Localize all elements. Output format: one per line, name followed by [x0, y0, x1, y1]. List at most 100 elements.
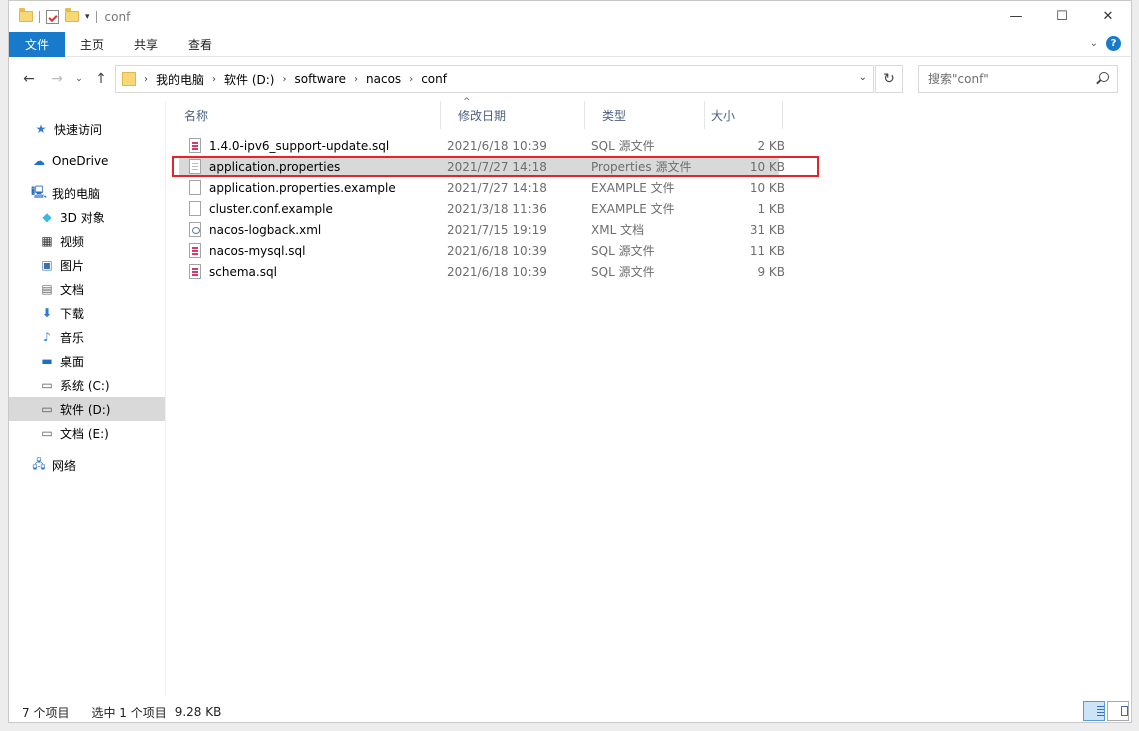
properties-icon[interactable]	[46, 9, 59, 24]
help-icon[interactable]: ?	[1106, 36, 1121, 51]
file-name: 1.4.0-ipv6_support-update.sql	[209, 138, 390, 153]
blank-file-icon	[189, 201, 201, 216]
search-icon[interactable]	[1099, 72, 1109, 82]
breadcrumb-item-drive-d[interactable]: 软件 (D:)	[224, 71, 274, 88]
large-icons-view-button[interactable]	[1107, 701, 1129, 721]
file-name-cell: schema.sql	[189, 261, 277, 282]
breadcrumb-separator-icon[interactable]: ›	[346, 74, 366, 85]
nav-item-label: 文档	[60, 282, 85, 297]
desktop-icon: ▬	[41, 354, 53, 368]
nav-item-quick-access[interactable]: ★ 快速访问	[9, 117, 165, 141]
nav-item-label: 快速访问	[54, 122, 103, 137]
breadcrumb-separator-icon[interactable]: ›	[401, 74, 421, 85]
nav-item-music[interactable]: ♪ 音乐	[9, 325, 165, 349]
file-name: application.properties.example	[209, 180, 396, 195]
background-strip-left	[0, 0, 8, 731]
nav-item-label: 网络	[52, 458, 77, 473]
nav-item-documents[interactable]: ▤ 文档	[9, 277, 165, 301]
nav-item-label: 视频	[60, 234, 85, 249]
file-name-cell: cluster.conf.example	[189, 198, 333, 219]
nav-item-drive-c[interactable]: ▭ 系统 (C:)	[9, 373, 165, 397]
file-type: EXAMPLE 文件	[591, 181, 675, 195]
breadcrumb-item-software[interactable]: software	[294, 72, 346, 86]
download-arrow-icon: ⬇	[41, 306, 53, 320]
star-icon: ★	[35, 122, 47, 136]
nav-item-drive-d[interactable]: ▭ 软件 (D:)	[9, 397, 165, 421]
nav-item-this-pc[interactable]: 🖳 我的电脑	[9, 181, 165, 205]
file-size: 31 KB	[749, 222, 785, 237]
divider	[39, 10, 40, 23]
cloud-icon: ☁	[33, 154, 45, 168]
address-bar[interactable]: › 我的电脑 › 软件 (D:) › software › nacos › co…	[115, 65, 874, 93]
file-row[interactable]: nacos-logback.xml 2021/7/15 19:19 XML 文档…	[167, 219, 1131, 240]
file-row-selected[interactable]: application.properties 2021/7/27 14:18 P…	[167, 156, 1131, 177]
details-view-button[interactable]	[1083, 701, 1105, 721]
search-input[interactable]	[928, 72, 1088, 86]
blank-file-icon	[189, 180, 201, 195]
up-arrow-icon[interactable]: ↑	[91, 69, 111, 89]
search-box[interactable]	[918, 65, 1118, 93]
breadcrumb-separator-icon[interactable]: ›	[136, 74, 156, 85]
file-row[interactable]: schema.sql 2021/6/18 10:39 SQL 源文件 9 KB	[167, 261, 1131, 282]
column-header-type[interactable]: 类型	[585, 101, 705, 129]
customize-toolbar-chevron-icon[interactable]: ▾	[85, 12, 90, 22]
tab-view[interactable]: 查看	[173, 32, 227, 57]
details-view-icon	[1097, 706, 1104, 716]
column-header-name[interactable]: 名称	[167, 101, 441, 129]
column-headers: ^ 名称 修改日期 类型 大小	[167, 97, 1131, 129]
file-size: 1 KB	[757, 201, 785, 216]
nav-item-label: 下载	[60, 306, 85, 321]
nav-item-desktop[interactable]: ▬ 桌面	[9, 349, 165, 373]
column-header-size[interactable]: 大小	[705, 101, 783, 129]
nav-item-drive-e[interactable]: ▭ 文档 (E:)	[9, 421, 165, 445]
breadcrumb-item-conf[interactable]: conf	[421, 72, 447, 86]
file-name-cell: nacos-logback.xml	[189, 219, 321, 240]
file-size: 10 KB	[749, 180, 785, 195]
back-arrow-icon[interactable]: ←	[19, 69, 39, 89]
breadcrumb-item-computer[interactable]: 我的电脑	[156, 71, 204, 88]
nav-item-label: OneDrive	[52, 154, 109, 168]
file-date: 2021/6/18 10:39	[447, 243, 547, 258]
nav-item-videos[interactable]: ▦ 视频	[9, 229, 165, 253]
window-controls: — ☐ ✕	[993, 1, 1131, 32]
file-row[interactable]: cluster.conf.example 2021/3/18 11:36 EXA…	[167, 198, 1131, 219]
nav-item-label: 我的电脑	[52, 186, 101, 201]
breadcrumb-separator-icon[interactable]: ›	[274, 74, 294, 85]
forward-arrow-icon[interactable]: →	[47, 69, 67, 89]
file-type: Properties 源文件	[591, 160, 692, 174]
title-bar: ▾ conf — ☐ ✕	[9, 1, 1131, 32]
file-size: 11 KB	[749, 243, 785, 258]
nav-item-3d-objects[interactable]: ◆ 3D 对象	[9, 205, 165, 229]
nav-item-downloads[interactable]: ⬇ 下载	[9, 301, 165, 325]
address-history-chevron-icon[interactable]: ⌄	[859, 72, 867, 83]
expand-ribbon-chevron-icon[interactable]: ⌄	[1090, 38, 1098, 49]
film-icon: ▦	[41, 234, 53, 248]
nav-item-label: 软件 (D:)	[60, 402, 111, 417]
refresh-button[interactable]: ↻	[875, 65, 903, 93]
tab-share[interactable]: 共享	[119, 32, 173, 57]
refresh-icon: ↻	[883, 71, 895, 87]
file-date: 2021/7/27 14:18	[447, 159, 547, 174]
new-folder-icon[interactable]	[65, 8, 79, 22]
recent-locations-chevron-icon[interactable]: ⌄	[69, 69, 89, 89]
file-row[interactable]: nacos-mysql.sql 2021/6/18 10:39 SQL 源文件 …	[167, 240, 1131, 261]
nav-item-pictures[interactable]: ▣ 图片	[9, 253, 165, 277]
nav-item-network[interactable]: 🖧 网络	[9, 453, 165, 477]
file-row[interactable]: application.properties.example 2021/7/27…	[167, 177, 1131, 198]
sql-file-icon	[189, 264, 201, 279]
file-row[interactable]: 1.4.0-ipv6_support-update.sql 2021/6/18 …	[167, 135, 1131, 156]
close-button[interactable]: ✕	[1085, 1, 1131, 32]
tab-file[interactable]: 文件	[9, 32, 66, 57]
nav-item-onedrive[interactable]: ☁ OneDrive	[9, 149, 165, 173]
breadcrumb-separator-icon[interactable]: ›	[204, 74, 224, 85]
tab-home[interactable]: 主页	[65, 32, 119, 57]
nav-item-label: 音乐	[60, 330, 85, 345]
background-strip-bottom	[0, 723, 1139, 731]
sql-file-icon	[189, 243, 201, 258]
column-header-date[interactable]: 修改日期	[441, 101, 585, 129]
file-name: schema.sql	[209, 264, 277, 279]
maximize-button[interactable]: ☐	[1039, 1, 1085, 32]
minimize-button[interactable]: —	[993, 1, 1039, 32]
divider	[95, 10, 97, 23]
breadcrumb-item-nacos[interactable]: nacos	[366, 72, 401, 86]
